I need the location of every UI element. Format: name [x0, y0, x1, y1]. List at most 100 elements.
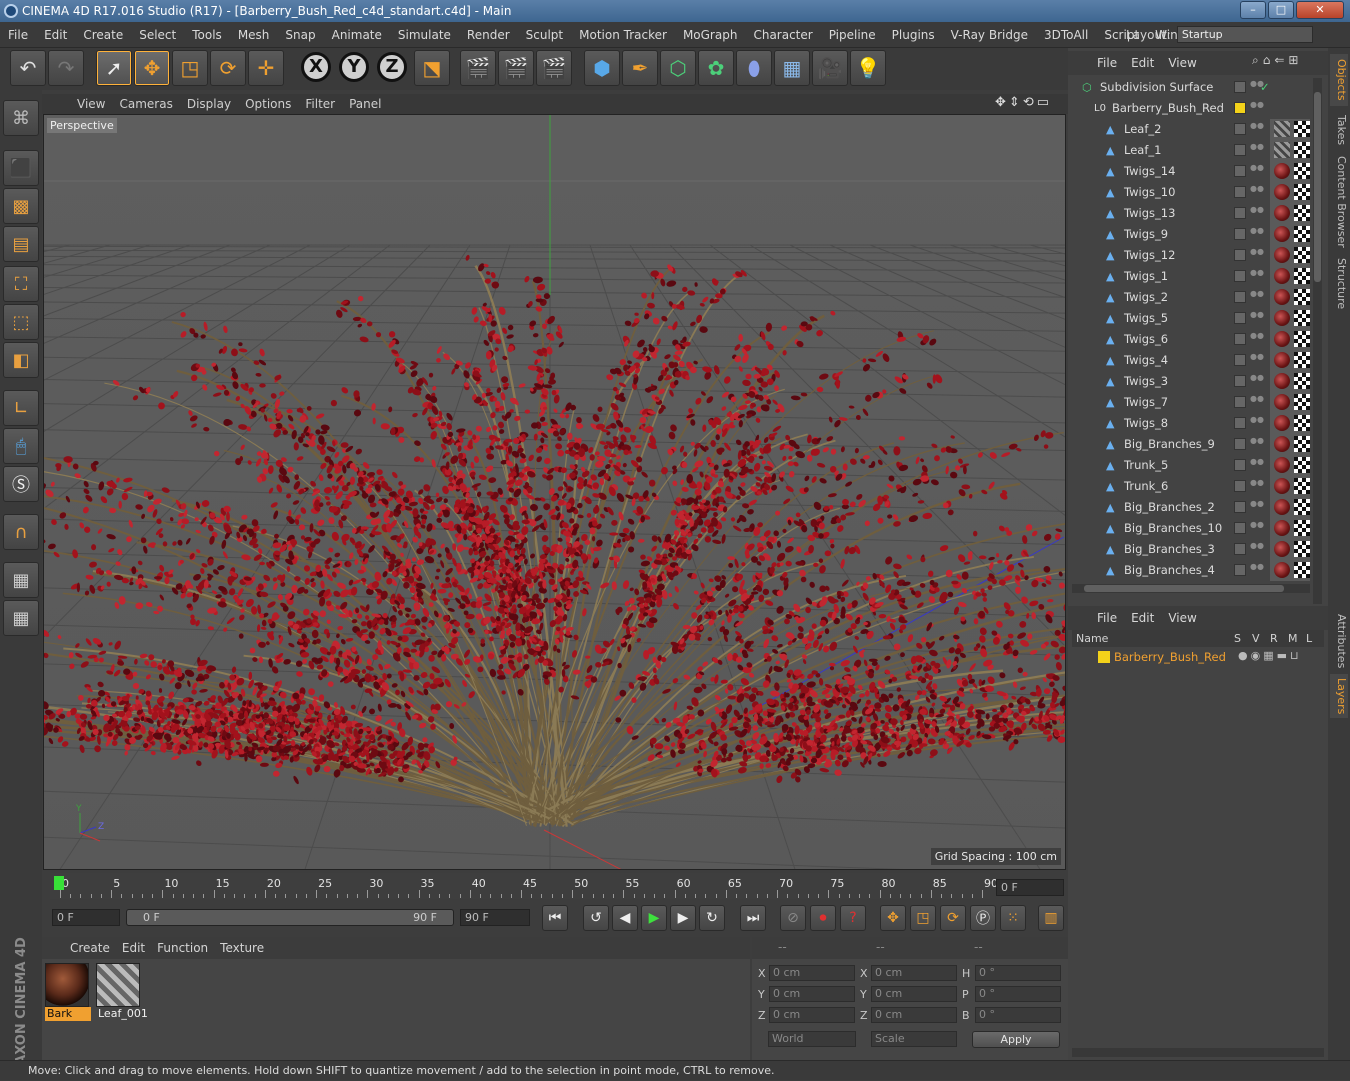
transform-tool-button[interactable]: ✛ — [248, 50, 284, 86]
material-menu-texture[interactable]: Texture — [214, 941, 270, 955]
layer-color-box[interactable] — [1234, 249, 1246, 261]
object-name[interactable]: Twigs_14 — [1124, 161, 1175, 182]
texture-mode-button[interactable]: ▩ — [3, 188, 39, 224]
object-name[interactable]: Twigs_13 — [1124, 203, 1175, 224]
object-name[interactable]: Leaf_2 — [1124, 119, 1161, 140]
layer-name[interactable]: Barberry_Bush_Red — [1114, 650, 1226, 664]
layer-color-box[interactable] — [1234, 543, 1246, 555]
object-name[interactable]: Twigs_4 — [1124, 350, 1168, 371]
viewport-nav-icons[interactable]: ✥⇕⟲▭ — [995, 95, 1052, 110]
close-button[interactable]: ✕ — [1296, 1, 1344, 19]
previous-key-button[interactable]: ↺ — [583, 905, 609, 931]
layer-color-swatch[interactable] — [1098, 651, 1110, 663]
cube-primitive-button[interactable]: ⬢ — [584, 50, 620, 86]
cloner-button[interactable]: ✿ — [698, 50, 734, 86]
layer-color-box[interactable] — [1234, 417, 1246, 429]
object-name[interactable]: Trunk_5 — [1124, 455, 1168, 476]
layer-visible-column[interactable]: V — [1252, 630, 1260, 647]
object-manager-tools[interactable]: ⌕⌂⇐⊞ — [1252, 53, 1302, 68]
light-button[interactable]: 💡 — [850, 50, 886, 86]
rotate-tool-button[interactable]: ⟳ — [210, 50, 246, 86]
redo-button[interactable]: ↷ — [48, 50, 84, 86]
size-y-field[interactable]: 0 cm — [871, 986, 957, 1002]
layer-color-box[interactable] — [1234, 144, 1246, 156]
object-name[interactable]: Twigs_10 — [1124, 182, 1175, 203]
visibility-dots-icon[interactable]: ●● — [1250, 144, 1256, 156]
pos-z-field[interactable]: 0 cm — [769, 1007, 855, 1023]
uvw-tag-icon[interactable] — [1294, 373, 1310, 389]
bark-material-tag-icon[interactable] — [1274, 163, 1290, 179]
bark-material-tag-icon[interactable] — [1274, 562, 1290, 578]
object-name[interactable]: Barberry_Bush_Red — [1112, 98, 1224, 119]
menu-v-ray-bridge[interactable]: V-Ray Bridge — [943, 28, 1036, 42]
search-icon[interactable]: ⌕ — [1252, 53, 1263, 67]
object-row[interactable]: ⬡Subdivision Surface●●✓ — [1072, 77, 1310, 98]
layer-color-box[interactable] — [1234, 438, 1246, 450]
uvw-tag-icon[interactable] — [1294, 289, 1310, 305]
floor-button[interactable]: ▦ — [774, 50, 810, 86]
layers-menu-view[interactable]: View — [1161, 611, 1203, 625]
play-button[interactable]: ▶ — [641, 905, 667, 931]
render-picture-viewer-button[interactable]: 🎬 — [498, 50, 534, 86]
uvw-tag-icon[interactable] — [1294, 415, 1310, 431]
uvw-tag-icon[interactable] — [1294, 247, 1310, 263]
key-position-button[interactable]: ✥ — [880, 905, 906, 931]
object-list-scrollbar[interactable] — [1313, 78, 1322, 606]
maximize-button[interactable]: □ — [1268, 1, 1294, 19]
make-editable-button[interactable]: ⌘ — [3, 100, 39, 136]
record-keys-button[interactable]: ⊘ — [780, 905, 806, 931]
go-to-start-button[interactable]: ⏮ — [542, 905, 568, 931]
next-frame-button[interactable]: ▶ — [670, 905, 696, 931]
bark-material-tag-icon[interactable] — [1274, 436, 1290, 452]
uvw-tag-icon[interactable] — [1294, 268, 1310, 284]
object-name[interactable]: Twigs_7 — [1124, 392, 1168, 413]
render-settings-button[interactable]: 🎬 — [536, 50, 572, 86]
coordinate-system-button[interactable]: ⬔ — [414, 50, 450, 86]
visibility-dots-icon[interactable]: ●● — [1250, 459, 1256, 471]
visibility-dots-icon[interactable]: ●● — [1250, 438, 1256, 450]
object-scroll-thumb[interactable] — [1314, 92, 1321, 282]
key-parameter-button[interactable]: Ⓟ — [970, 905, 996, 931]
visibility-dots-icon[interactable]: ●● — [1250, 270, 1256, 282]
layer-color-box[interactable] — [1234, 501, 1246, 513]
object-name[interactable]: Twigs_9 — [1124, 224, 1168, 245]
layers-menu-file[interactable]: File — [1090, 611, 1124, 625]
object-name[interactable]: Twigs_5 — [1124, 308, 1168, 329]
object-name[interactable]: Subdivision Surface — [1100, 77, 1213, 98]
layer-color-box[interactable] — [1234, 396, 1246, 408]
uvw-tag-icon[interactable] — [1294, 142, 1310, 158]
uvw-tag-icon[interactable] — [1294, 478, 1310, 494]
object-name[interactable]: Big_Branches_10 — [1124, 518, 1222, 539]
bark-material-tag-icon[interactable] — [1274, 205, 1290, 221]
bark-material-tag-icon[interactable] — [1274, 331, 1290, 347]
bark-material-tag-icon[interactable] — [1274, 352, 1290, 368]
object-hscroll-thumb[interactable] — [1084, 585, 1284, 592]
object-name[interactable]: Big_Branches_9 — [1124, 434, 1215, 455]
visibility-dots-icon[interactable]: ●● — [1250, 396, 1256, 408]
object-name[interactable]: Big_Branches_3 — [1124, 539, 1215, 560]
bark-material-tag-icon[interactable] — [1274, 226, 1290, 242]
tab-content-browser[interactable]: Content Browser — [1330, 152, 1348, 252]
layer-color-box[interactable] — [1234, 312, 1246, 324]
autokey-button[interactable]: ⏺ — [810, 905, 836, 931]
move-tool-button[interactable]: ✥ — [134, 50, 170, 86]
new-view-icon[interactable]: ⊞ — [1288, 53, 1302, 67]
keyframe-selection-button[interactable]: ? — [840, 905, 866, 931]
axis-mode-button[interactable]: ∟ — [3, 390, 39, 426]
object-name[interactable]: Leaf_1 — [1124, 140, 1161, 161]
bark-material-tag-icon[interactable] — [1274, 289, 1290, 305]
frame-range-slider[interactable]: 0 F 90 F — [126, 909, 454, 926]
viewport-menu-display[interactable]: Display — [180, 97, 238, 111]
y-axis-lock-button[interactable]: Y — [339, 52, 369, 82]
perspective-viewport[interactable]: Y Z Perspective Grid Spacing : 100 cm — [43, 114, 1066, 870]
layer-color-box[interactable] — [1234, 102, 1246, 114]
bark-material-tag-icon[interactable] — [1274, 499, 1290, 515]
back-icon[interactable]: ⇐ — [1274, 53, 1288, 67]
size-mode-dropdown[interactable]: Scale — [871, 1031, 957, 1047]
coordinate-space-dropdown[interactable]: World — [768, 1031, 856, 1047]
uvw-tag-icon[interactable] — [1294, 394, 1310, 410]
layers-menu-edit[interactable]: Edit — [1124, 611, 1161, 625]
visibility-dots-icon[interactable]: ●● — [1250, 228, 1256, 240]
go-to-end-button[interactable]: ⏭ — [740, 905, 766, 931]
menu-file[interactable]: File — [0, 28, 36, 42]
